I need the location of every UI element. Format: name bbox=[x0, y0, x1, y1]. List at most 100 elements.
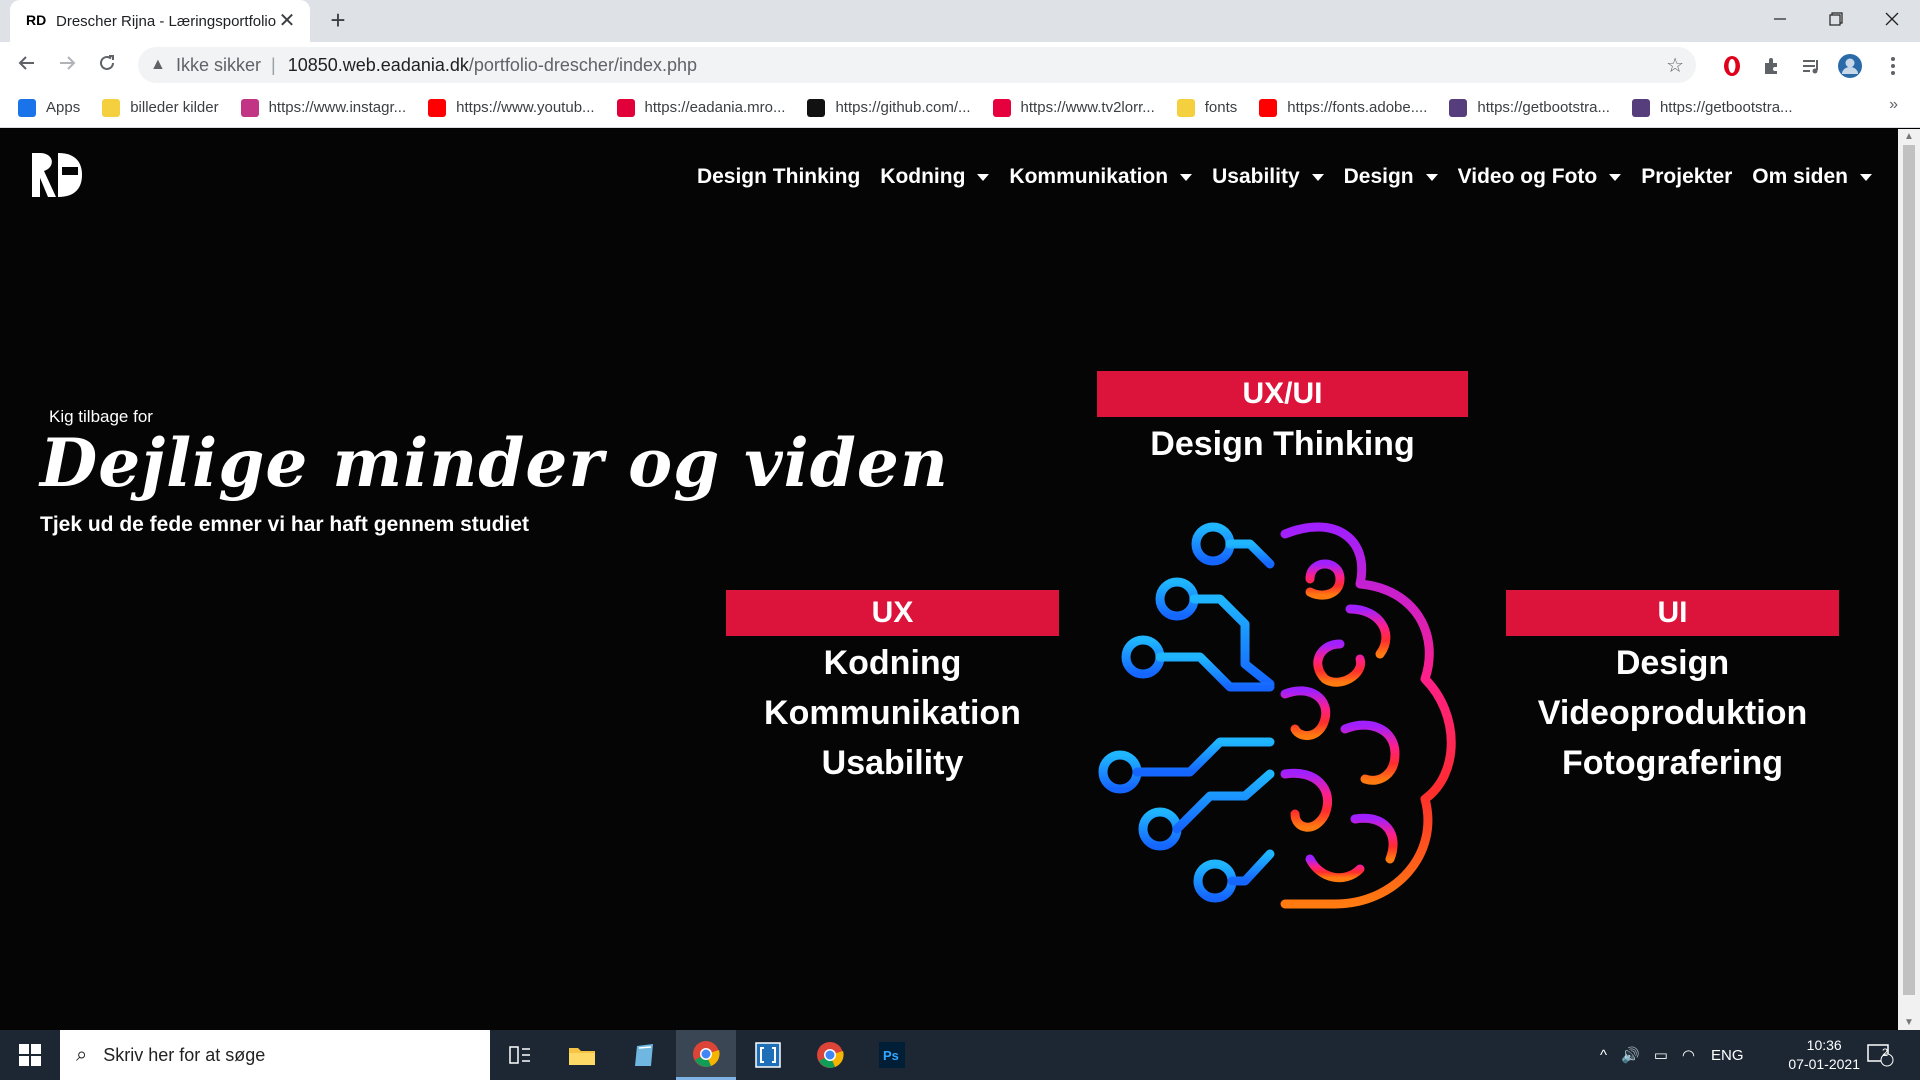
input-language[interactable]: ENG bbox=[1711, 1047, 1744, 1064]
wifi-icon[interactable]: ◠ bbox=[1682, 1046, 1695, 1064]
new-tab-button[interactable]: + bbox=[324, 6, 352, 34]
adobe-icon bbox=[1259, 98, 1278, 117]
start-button[interactable] bbox=[0, 1030, 60, 1080]
profile-avatar-icon[interactable] bbox=[1837, 53, 1863, 79]
scroll-up-arrow-icon[interactable]: ▲ bbox=[1903, 131, 1915, 142]
bookmark-label: https://getbootstra... bbox=[1659, 99, 1793, 116]
notification-center-button[interactable]: 2 bbox=[1866, 1030, 1894, 1080]
nav-item-kodning[interactable]: Kodning bbox=[880, 165, 990, 189]
reload-button[interactable] bbox=[92, 50, 122, 80]
clock-date: 07-01-2021 bbox=[1788, 1056, 1860, 1072]
brackets-app-button[interactable] bbox=[738, 1030, 798, 1080]
bookmark-item[interactable]: https://getbootstra... bbox=[1631, 98, 1793, 117]
nav-item-label: Kommunikation bbox=[1009, 165, 1169, 188]
file-explorer-button[interactable] bbox=[552, 1030, 612, 1080]
bookmark-item[interactable]: https://www.youtub... bbox=[428, 98, 595, 117]
url-host: 10850.web.eadania.dk bbox=[287, 54, 469, 75]
notification-count: 2 bbox=[1882, 1047, 1889, 1059]
nav-item-kommunikation[interactable]: Kommunikation bbox=[1009, 165, 1193, 189]
hero-subtitle: Tjek ud de fede emner vi har haft gennem… bbox=[40, 513, 529, 536]
site-favicon-icon: RD bbox=[26, 12, 47, 28]
extensions-puzzle-icon[interactable] bbox=[1759, 53, 1785, 79]
ui-link-fotografering[interactable]: Fotografering bbox=[1506, 738, 1839, 788]
uxui-badge: UX/UI bbox=[1097, 371, 1468, 417]
bookmark-item[interactable]: https://www.tv2lorr... bbox=[992, 98, 1155, 117]
bookmark-label: Apps bbox=[46, 99, 81, 116]
task-view-icon bbox=[509, 1046, 530, 1064]
nav-item-label: Om siden bbox=[1752, 165, 1848, 188]
close-window-button[interactable] bbox=[1864, 0, 1920, 38]
opera-adblock-icon[interactable] bbox=[1719, 53, 1745, 79]
ux-link-usability[interactable]: Usability bbox=[726, 738, 1059, 788]
bookmark-item[interactable]: https://eadania.mro... bbox=[616, 98, 785, 117]
tv2-icon bbox=[992, 98, 1011, 117]
minimize-icon bbox=[1774, 18, 1786, 20]
web-page: Design Thinking Kodning Kommunikation Usabi… bbox=[0, 129, 1898, 1030]
back-button[interactable] bbox=[12, 50, 42, 80]
ui-link-design[interactable]: Design bbox=[1506, 638, 1839, 688]
forward-button[interactable] bbox=[52, 50, 82, 80]
chrome-taskbar-button[interactable] bbox=[800, 1030, 860, 1080]
nav-item-label: Video og Foto bbox=[1457, 165, 1598, 188]
chrome-taskbar-button-active[interactable] bbox=[676, 1030, 736, 1080]
hero-title: Dejlige minder og viden bbox=[40, 424, 949, 502]
url-path: /portfolio-drescher/index.php bbox=[468, 54, 698, 75]
ux-link-kodning[interactable]: Kodning bbox=[726, 638, 1059, 688]
nav-item-om-siden[interactable]: Om siden bbox=[1752, 165, 1872, 189]
nav-item-usability[interactable]: Usability bbox=[1212, 165, 1324, 189]
nav-item-design[interactable]: Design bbox=[1344, 165, 1438, 189]
nav-item-projekter[interactable]: Projekter bbox=[1641, 165, 1732, 189]
taskbar-search-placeholder: Skriv her for at søge bbox=[103, 1044, 266, 1065]
volume-icon[interactable]: 🔊 bbox=[1621, 1046, 1640, 1064]
ux-badge: UX bbox=[726, 590, 1059, 636]
uxui-link-design-thinking[interactable]: Design Thinking bbox=[1097, 419, 1468, 469]
ux-link-kommunikation[interactable]: Kommunikation bbox=[726, 688, 1059, 738]
nav-item-label: Kodning bbox=[880, 165, 966, 188]
notes-app-button[interactable] bbox=[614, 1030, 674, 1080]
bookmark-item[interactable]: https://getbootstra... bbox=[1449, 98, 1610, 117]
minimize-window-button[interactable] bbox=[1752, 0, 1808, 38]
show-hidden-icons-chevron-icon[interactable]: ^ bbox=[1600, 1047, 1607, 1064]
taskbar-search[interactable]: ⌕ Skriv her for at søge bbox=[60, 1030, 490, 1080]
notes-app-icon bbox=[635, 1044, 653, 1066]
reload-icon bbox=[100, 55, 114, 70]
browser-menu-icon[interactable] bbox=[1880, 53, 1906, 79]
back-arrow-icon bbox=[18, 56, 34, 70]
scroll-down-arrow-icon[interactable]: ▼ bbox=[1903, 1017, 1915, 1028]
task-view-button[interactable] bbox=[490, 1030, 550, 1080]
nav-item-video-og-foto[interactable]: Video og Foto bbox=[1458, 165, 1622, 189]
nav-item-label: Design Thinking bbox=[696, 165, 861, 188]
scrollbar-thumb[interactable] bbox=[1903, 145, 1915, 995]
bookmark-item[interactable]: https://github.com/... bbox=[807, 98, 971, 117]
browser-tab-strip: RD Drescher Rijna - Læringsportfolio ✕ + bbox=[0, 0, 1920, 42]
battery-icon[interactable]: ▭ bbox=[1654, 1046, 1668, 1064]
bookmark-label: https://www.instagr... bbox=[268, 99, 407, 116]
svg-text:Ps: Ps bbox=[883, 1048, 899, 1063]
security-status[interactable]: Ikke sikker bbox=[176, 55, 261, 76]
media-queue-icon[interactable] bbox=[1798, 53, 1824, 79]
bookmark-item[interactable]: https://fonts.adobe.... bbox=[1259, 98, 1427, 117]
notifications-icon bbox=[1867, 1044, 1894, 1067]
nav-item-design-thinking[interactable]: Design Thinking bbox=[697, 165, 860, 189]
chrome-icon bbox=[693, 1040, 720, 1067]
taskbar-clock[interactable]: 10:36 07-01-2021 bbox=[1788, 1036, 1860, 1074]
browser-tab[interactable]: RD Drescher Rijna - Læringsportfolio ✕ bbox=[10, 0, 310, 42]
bookmark-item[interactable]: fonts bbox=[1176, 98, 1237, 117]
page-scrollbar[interactable]: ▲ ▼ bbox=[1898, 129, 1920, 1030]
address-bar[interactable]: ▲ Ikke sikker | 10850.web.eadania.dk /po… bbox=[138, 47, 1696, 83]
ui-link-videoproduktion[interactable]: Videoproduktion bbox=[1506, 688, 1839, 738]
bookmark-item[interactable]: billeder kilder bbox=[102, 98, 219, 117]
nav-item-label: Usability bbox=[1212, 165, 1300, 188]
more-bookmarks-button[interactable]: » bbox=[1889, 96, 1898, 114]
bookmark-item[interactable]: Apps bbox=[18, 98, 81, 117]
bookmark-item[interactable]: https://www.instagr... bbox=[240, 98, 407, 117]
bookmark-label: https://www.tv2lorr... bbox=[1020, 99, 1155, 116]
bookmark-label: billeder kilder bbox=[130, 99, 219, 116]
photoshop-app-button[interactable]: Ps bbox=[862, 1030, 922, 1080]
bookmark-star-icon[interactable]: ☆ bbox=[1666, 53, 1684, 78]
site-logo-icon[interactable] bbox=[28, 149, 84, 201]
restore-window-button[interactable] bbox=[1808, 0, 1864, 38]
close-tab-icon[interactable]: ✕ bbox=[276, 10, 298, 32]
photoshop-icon: Ps bbox=[879, 1042, 905, 1068]
system-tray: ^ 🔊 ▭ ◠ ENG bbox=[1600, 1030, 1744, 1080]
